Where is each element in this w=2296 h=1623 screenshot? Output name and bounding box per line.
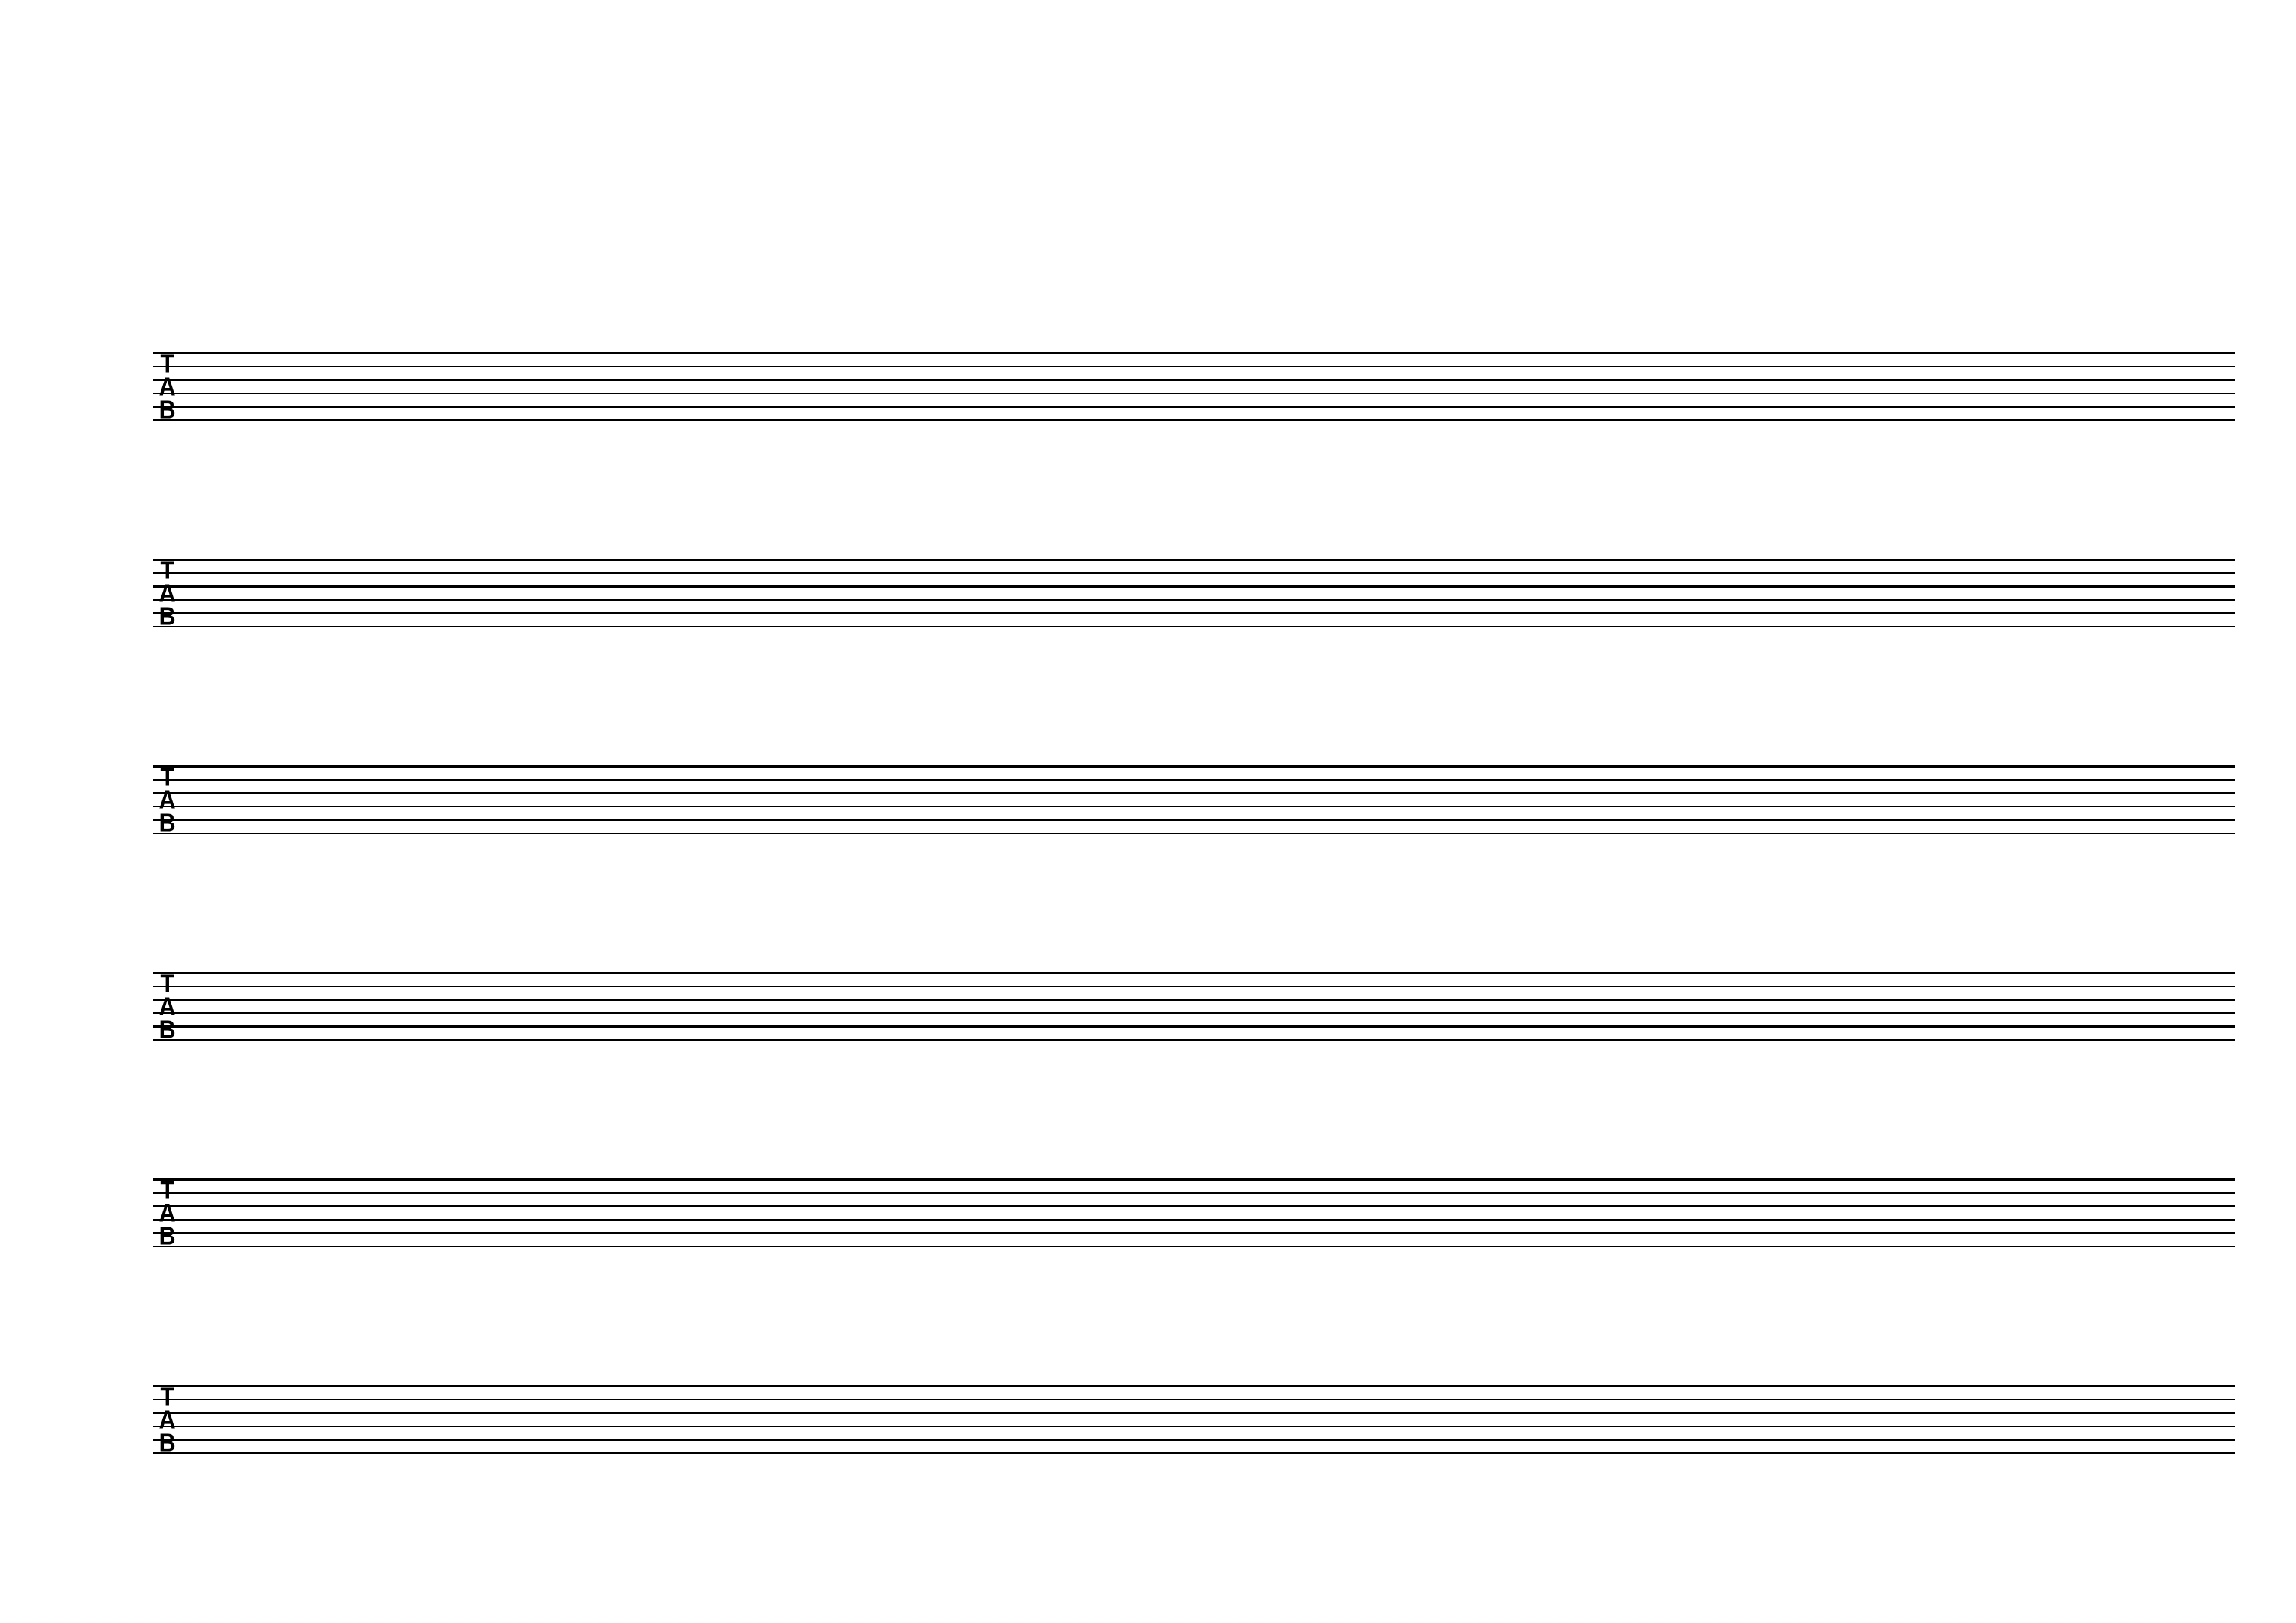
tab-clef: T A B	[153, 1385, 182, 1454]
tablature-page: T A B T A B T A	[0, 0, 2296, 1623]
string-line-4	[153, 599, 2235, 601]
string-line-2	[153, 1192, 2235, 1194]
tab-staff-2: T A B	[153, 559, 2235, 627]
string-line-3	[153, 1205, 2235, 1207]
tab-letter-b: B	[159, 1224, 176, 1248]
tab-clef: T A B	[153, 972, 182, 1041]
tab-clef: T A B	[153, 352, 182, 421]
string-line-2	[153, 1399, 2235, 1401]
tab-letter-b: B	[159, 810, 176, 835]
string-line-6	[153, 1039, 2235, 1041]
string-line-2	[153, 779, 2235, 781]
string-line-1	[153, 352, 2235, 354]
string-line-6	[153, 833, 2235, 835]
tab-clef: T A B	[153, 765, 182, 834]
string-line-4	[153, 1012, 2235, 1015]
string-line-5	[153, 406, 2235, 408]
string-line-3	[153, 379, 2235, 381]
string-line-5	[153, 612, 2235, 614]
string-line-4	[153, 806, 2235, 808]
string-line-2	[153, 986, 2235, 988]
tab-letter-b: B	[159, 604, 176, 628]
string-line-6	[153, 626, 2235, 628]
tab-clef: T A B	[153, 1178, 182, 1247]
tab-letter-b: B	[159, 397, 176, 422]
staff-lines	[153, 559, 2235, 627]
tab-clef: T A B	[153, 559, 182, 627]
string-line-5	[153, 1232, 2235, 1234]
string-line-4	[153, 1219, 2235, 1221]
tab-staff-1: T A B	[153, 352, 2235, 421]
string-line-5	[153, 819, 2235, 821]
string-line-1	[153, 1385, 2235, 1387]
staff-lines	[153, 765, 2235, 834]
string-line-3	[153, 585, 2235, 588]
string-line-1	[153, 765, 2235, 768]
tab-letter-b: B	[159, 1017, 176, 1041]
staff-lines	[153, 1385, 2235, 1454]
string-line-5	[153, 1025, 2235, 1028]
staff-lines	[153, 352, 2235, 421]
tab-staff-4: T A B	[153, 972, 2235, 1041]
string-line-6	[153, 1246, 2235, 1248]
string-line-4	[153, 1426, 2235, 1428]
string-line-1	[153, 559, 2235, 561]
tab-staff-5: T A B	[153, 1178, 2235, 1247]
string-line-1	[153, 972, 2235, 974]
string-line-4	[153, 393, 2235, 395]
string-line-6	[153, 419, 2235, 422]
string-line-1	[153, 1178, 2235, 1181]
tab-staff-6: T A B	[153, 1385, 2235, 1454]
string-line-3	[153, 1412, 2235, 1414]
string-line-3	[153, 792, 2235, 794]
string-line-5	[153, 1439, 2235, 1441]
string-line-2	[153, 572, 2235, 575]
staff-lines	[153, 972, 2235, 1041]
string-line-6	[153, 1452, 2235, 1455]
string-line-2	[153, 366, 2235, 368]
staff-lines	[153, 1178, 2235, 1247]
tab-letter-b: B	[159, 1430, 176, 1455]
tab-staff-3: T A B	[153, 765, 2235, 834]
string-line-3	[153, 999, 2235, 1001]
